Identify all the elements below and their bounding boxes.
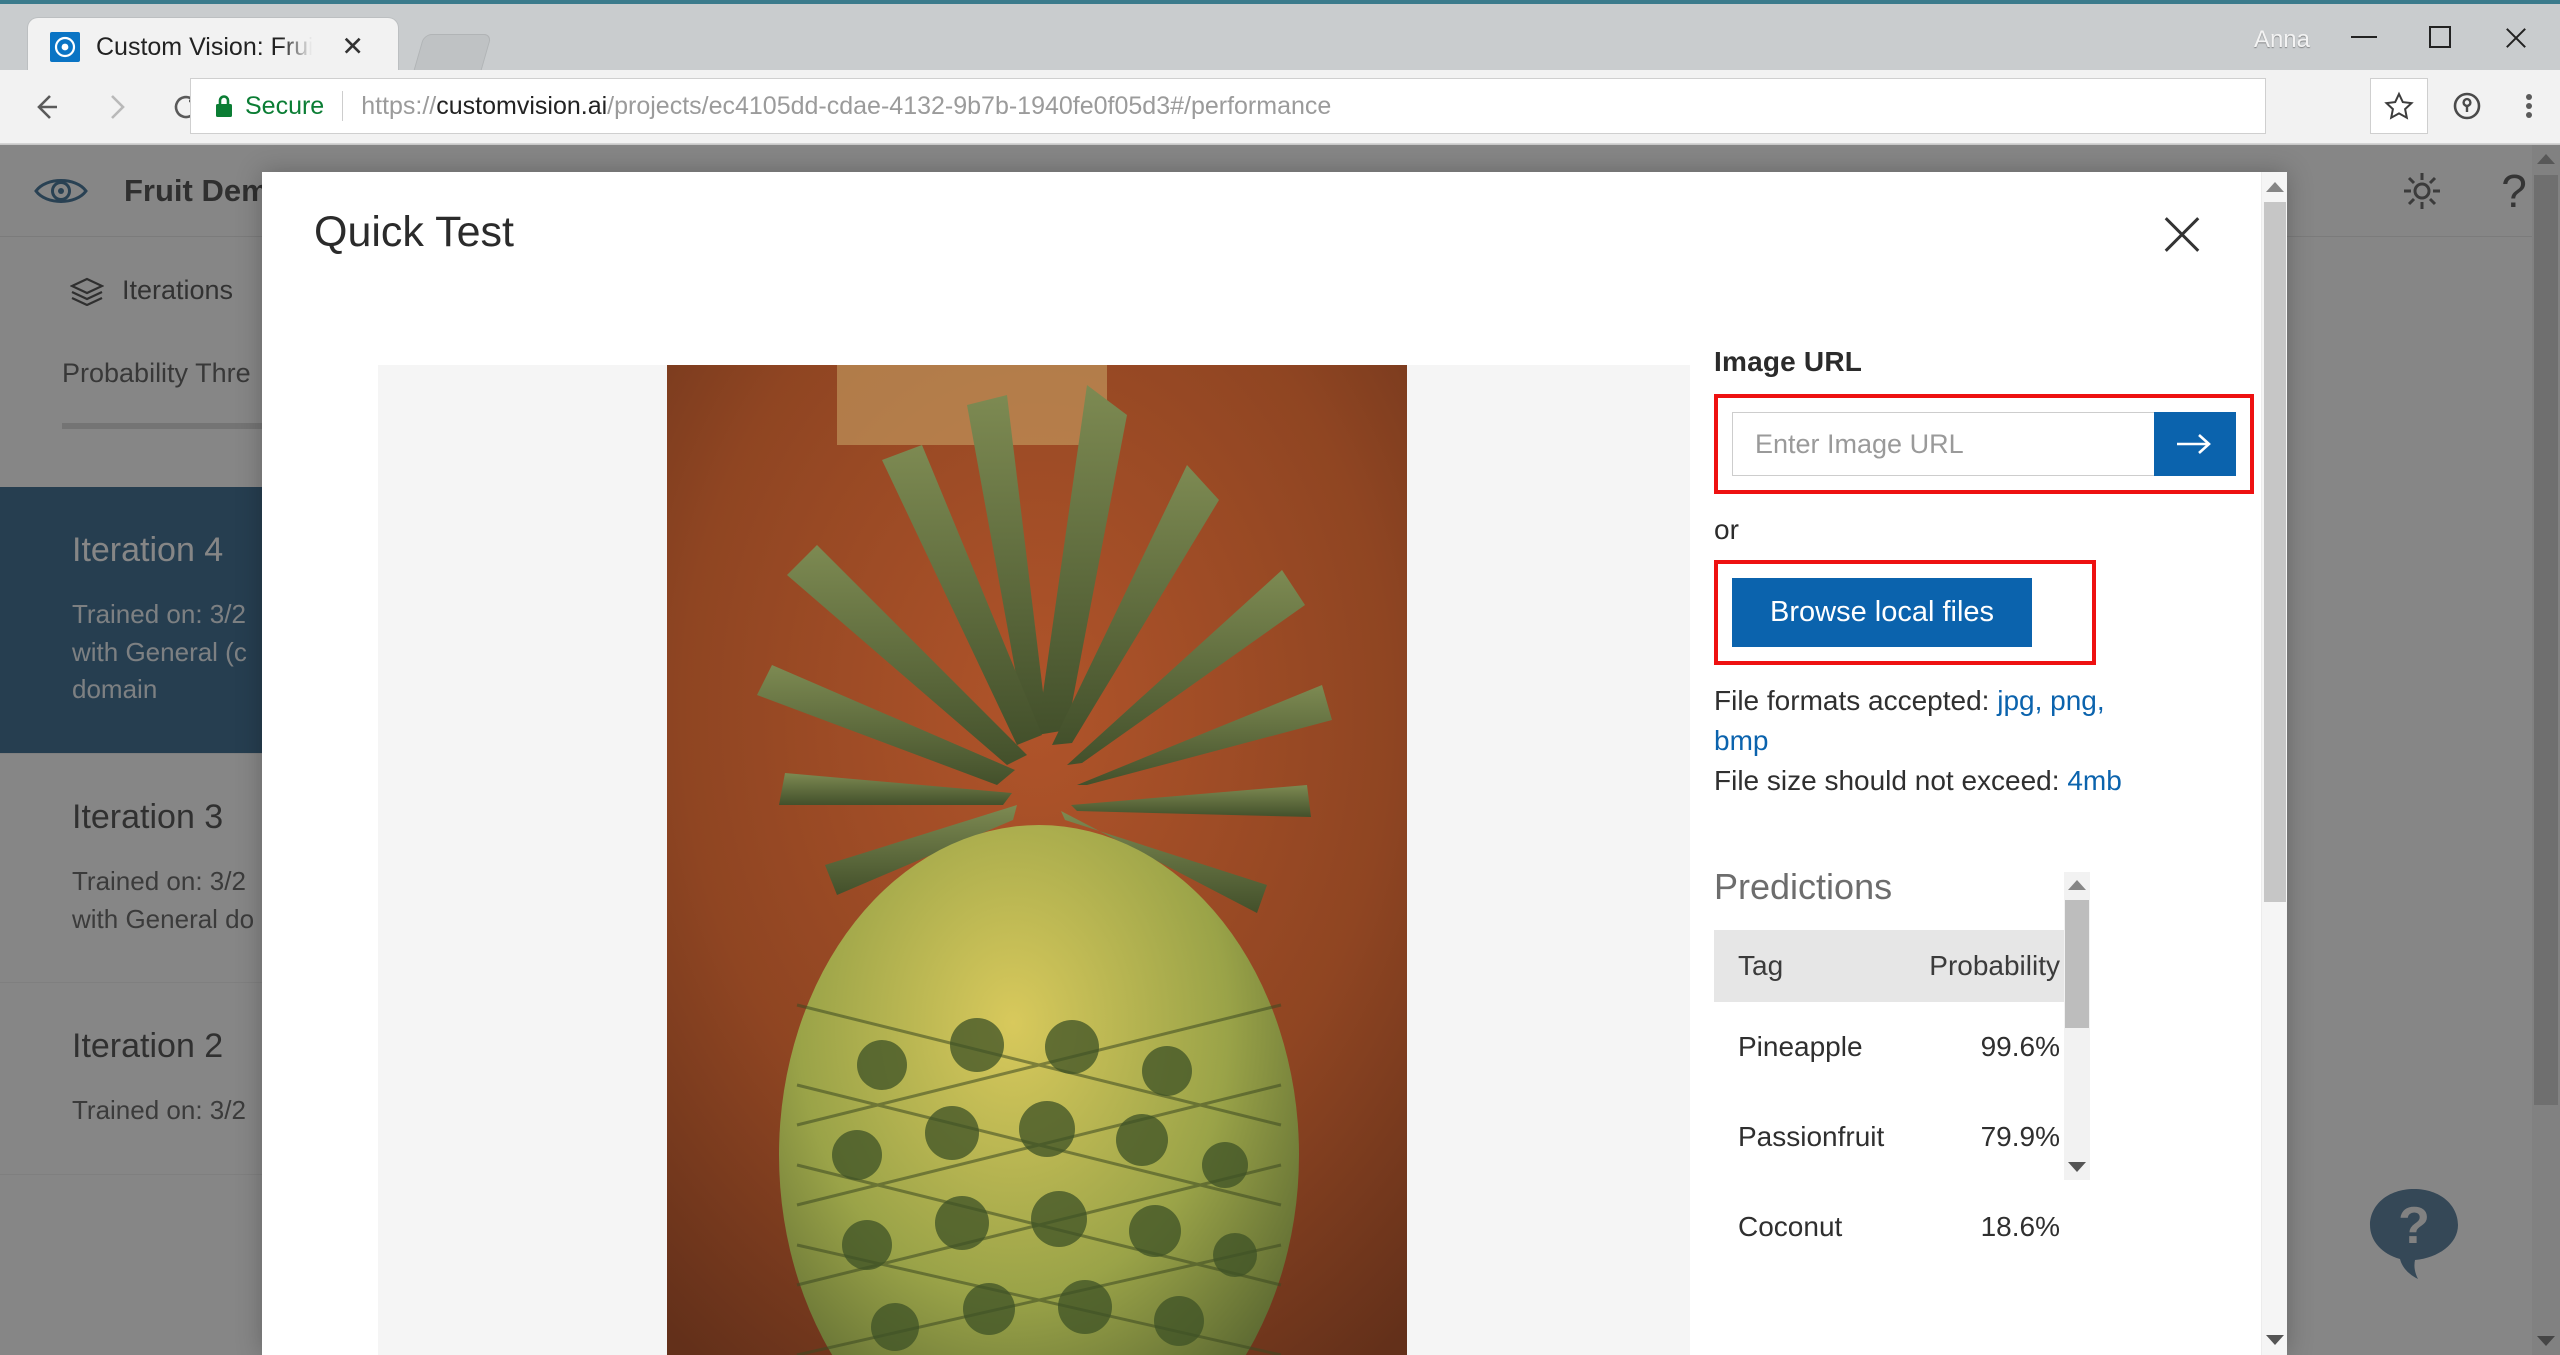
- tab-title: Custom Vision: Fruit Demo: [96, 32, 312, 61]
- browser-tab[interactable]: Custom Vision: Fruit Demo ✕: [28, 18, 398, 76]
- three-dot-menu-icon: [2526, 91, 2532, 121]
- arrow-right-icon: [2177, 434, 2211, 454]
- image-preview-panel: [378, 365, 1690, 1355]
- predictions-scroll-up-icon[interactable]: [2064, 874, 2090, 896]
- modal-scrollbar[interactable]: [2261, 172, 2287, 1355]
- submit-image-url-button[interactable]: [2154, 412, 2236, 476]
- modal-title: Quick Test: [314, 208, 514, 256]
- maximize-icon: [2429, 26, 2451, 48]
- pineapple-test-image: [667, 365, 1407, 1355]
- quick-test-controls: Image URL or Browse local files File for…: [1714, 346, 2254, 1302]
- star-icon: [2384, 91, 2414, 120]
- prediction-probability: 79.9%: [1980, 1121, 2060, 1153]
- forward-arrow-icon: [111, 94, 125, 119]
- modal-scroll-up-icon[interactable]: [2262, 174, 2287, 200]
- address-bar-divider: [342, 91, 344, 121]
- prediction-tag: Pineapple: [1738, 1031, 1863, 1063]
- predictions-panel: Predictions Tag Probability Pineapple 99…: [1714, 866, 2114, 1302]
- extension-button[interactable]: [2436, 78, 2498, 134]
- url-scheme: https://: [361, 91, 437, 120]
- address-bar[interactable]: Secure https://customvision.ai/projects/…: [190, 78, 2266, 134]
- or-separator-label: or: [1714, 514, 1739, 545]
- window-maximize-button[interactable]: [2402, 10, 2478, 64]
- url-path: /projects/ec4105dd-cdae-4132-9b7b-1940fe…: [607, 91, 1332, 120]
- browser-menu-button[interactable]: [2498, 78, 2560, 134]
- extension-icon: [2453, 92, 2481, 120]
- window-user-label: Anna: [2253, 26, 2310, 53]
- predictions-title: Predictions: [1714, 866, 1893, 908]
- predictions-scroll-down-icon[interactable]: [2064, 1156, 2090, 1178]
- quick-test-modal: Quick Test Image URL Enter Image URL or …: [262, 172, 2287, 1355]
- predictions-scrollbar[interactable]: [2064, 872, 2090, 1181]
- file-requirements-note: File formats accepted: jpg, png, bmp Fil…: [1714, 681, 2144, 800]
- lock-icon: [213, 93, 235, 119]
- back-button[interactable]: [16, 77, 76, 137]
- secure-label: Secure: [245, 91, 325, 120]
- predictions-rows-viewport: Pineapple 99.6% Passionfruit 79.9% Cocon…: [1714, 1002, 2082, 1302]
- custom-vision-favicon: [50, 32, 80, 62]
- address-bar-url: https://customvision.ai/projects/ec4105d…: [361, 92, 1331, 121]
- tab-strip: Custom Vision: Fruit Demo ✕ Anna: [0, 4, 2560, 76]
- prediction-probability: 99.6%: [1980, 1031, 2060, 1063]
- column-header-tag: Tag: [1738, 950, 1784, 982]
- table-row[interactable]: Pineapple 99.6%: [1714, 1002, 2082, 1092]
- window-minimize-button[interactable]: [2326, 10, 2402, 64]
- tab-close-icon[interactable]: ✕: [341, 33, 364, 61]
- table-row[interactable]: Passionfruit 79.9%: [1714, 1092, 2082, 1182]
- close-icon: [2503, 24, 2529, 50]
- forward-button[interactable]: [86, 77, 146, 137]
- browse-highlight-box: Browse local files: [1714, 560, 2097, 665]
- browse-local-files-button[interactable]: Browse local files: [1732, 578, 2033, 647]
- back-arrow-icon: [37, 94, 57, 119]
- image-url-highlight-box: [1714, 394, 2254, 494]
- url-domain: customvision.ai: [436, 91, 608, 120]
- browser-window: Custom Vision: Fruit Demo ✕ Anna: [0, 0, 2560, 1355]
- prediction-probability: 18.6%: [1980, 1211, 2060, 1243]
- browser-toolbar: Secure https://customvision.ai/projects/…: [0, 70, 2560, 144]
- image-url-label: Image URL: [1714, 346, 1863, 377]
- predictions-scrollbar-thumb[interactable]: [2065, 900, 2089, 1029]
- file-formats-prefix: File formats accepted:: [1714, 685, 1998, 716]
- modal-close-button[interactable]: [2153, 204, 2211, 262]
- prediction-tag: Passionfruit: [1738, 1121, 1885, 1153]
- file-size-prefix: File size should not exceed:: [1714, 764, 2068, 796]
- toolbar-right-actions: [2370, 78, 2560, 134]
- prediction-tag: Coconut: [1738, 1211, 1843, 1243]
- predictions-table-header: Tag Probability: [1714, 930, 2082, 1003]
- column-header-probability: Probability: [1929, 950, 2060, 982]
- bookmark-button[interactable]: [2370, 78, 2428, 134]
- window-close-button[interactable]: [2478, 10, 2554, 64]
- predictions-table: Tag Probability Pineapple 99.6% Passionf…: [1714, 930, 2082, 1302]
- image-url-input[interactable]: [1732, 412, 2154, 476]
- modal-scroll-down-icon[interactable]: [2262, 1327, 2287, 1353]
- table-row[interactable]: Coconut 18.6%: [1714, 1182, 2082, 1272]
- modal-scrollbar-thumb[interactable]: [2264, 202, 2286, 902]
- minimize-icon: [2351, 36, 2377, 38]
- file-size-link[interactable]: 4mb: [2067, 765, 2121, 796]
